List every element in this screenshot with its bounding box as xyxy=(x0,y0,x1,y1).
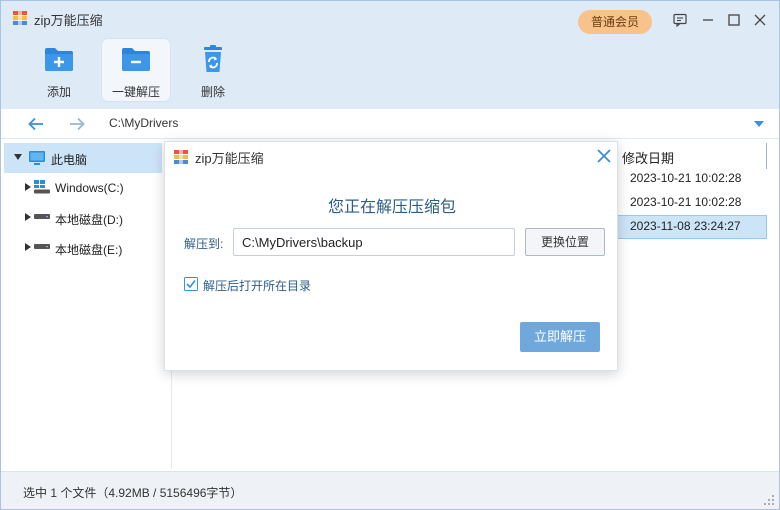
tree-item-label: 此电脑 xyxy=(51,153,88,167)
windows-drive-icon xyxy=(34,180,50,194)
folder-tree: 此电脑 Windows(C:) 本地磁盘(D:) 本地磁盘(E:) xyxy=(4,141,172,469)
maximize-icon[interactable] xyxy=(726,12,742,28)
current-path[interactable]: C:\MyDrivers xyxy=(109,116,178,130)
tree-item-label: 本地磁盘(E:) xyxy=(55,243,123,257)
add-button-label: 添加 xyxy=(46,85,71,99)
one-click-extract-label: 一键解压 xyxy=(111,85,160,99)
tree-item-label: 本地磁盘(D:) xyxy=(55,213,123,227)
vip-badge-button[interactable]: 普通会员 xyxy=(578,10,652,34)
extract-path-input[interactable] xyxy=(233,228,515,256)
tree-item-windows-c[interactable]: Windows(C:) xyxy=(4,173,172,203)
file-modified-date: 2023-10-21 10:02:28 xyxy=(630,171,742,185)
address-bar: C:\MyDrivers xyxy=(1,109,779,139)
folder-plus-icon xyxy=(45,48,73,71)
forward-arrow-icon[interactable] xyxy=(68,115,86,133)
back-arrow-icon[interactable] xyxy=(27,115,45,133)
open-after-label[interactable]: 解压后打开所在目录 xyxy=(203,277,311,294)
column-header-label: 修改日期 xyxy=(622,151,675,166)
extract-now-button[interactable]: 立即解压 xyxy=(520,322,600,352)
collapsed-arrow-icon[interactable] xyxy=(24,213,32,221)
recycle-bin-icon xyxy=(204,45,222,72)
feedback-icon[interactable] xyxy=(672,12,688,28)
dialog-title: zip万能压缩 xyxy=(195,151,264,166)
extract-to-label: 解压到: xyxy=(184,237,224,251)
column-header-modified-date[interactable]: 修改日期 xyxy=(617,143,767,169)
status-text: 选中 1 个文件（4.92MB / 5156496字节） xyxy=(23,486,243,500)
drive-icon xyxy=(34,244,50,249)
tree-item-label: Windows(C:) xyxy=(55,181,124,195)
file-modified-date: 2023-11-08 23:24:27 xyxy=(630,219,741,233)
dialog-close-icon[interactable] xyxy=(595,147,613,165)
app-logo-icon xyxy=(13,11,27,25)
extract-dialog: zip万能压缩 您正在解压压缩包 解压到: 更换位置 解压后打开所在目录 立即解… xyxy=(164,141,618,371)
path-dropdown-icon[interactable] xyxy=(753,119,765,129)
open-after-checkbox[interactable] xyxy=(184,277,198,291)
header-area: zip万能压缩 普通会员 添加 一键解压 删除 xyxy=(1,1,779,109)
status-bar: 选中 1 个文件（4.92MB / 5156496字节） xyxy=(1,471,779,509)
title-bar: zip万能压缩 普通会员 xyxy=(1,1,779,35)
file-modified-date: 2023-10-21 10:02:28 xyxy=(630,195,742,209)
folder-extract-icon xyxy=(122,48,150,71)
collapsed-arrow-icon[interactable] xyxy=(24,243,32,251)
app-title: zip万能压缩 xyxy=(34,13,103,28)
tree-item-this-pc[interactable]: 此电脑 xyxy=(4,143,162,173)
change-location-button[interactable]: 更换位置 xyxy=(525,228,605,256)
computer-icon xyxy=(29,151,45,165)
resize-grip-icon[interactable] xyxy=(763,494,775,506)
file-row[interactable]: 2023-10-21 10:02:28 xyxy=(617,167,767,191)
collapsed-arrow-icon[interactable] xyxy=(24,183,32,191)
drive-icon xyxy=(34,214,50,219)
dialog-heading: 您正在解压压缩包 xyxy=(327,199,456,216)
tree-item-local-disk-e[interactable]: 本地磁盘(E:) xyxy=(4,233,172,263)
add-button[interactable]: 添加 xyxy=(25,39,93,101)
close-window-icon[interactable] xyxy=(752,12,768,28)
tree-item-local-disk-d[interactable]: 本地磁盘(D:) xyxy=(4,203,172,233)
file-row-selected[interactable]: 2023-11-08 23:24:27 xyxy=(617,215,767,239)
app-window: zip万能压缩 普通会员 添加 一键解压 删除 C:\MyDrivers 此电脑… xyxy=(0,0,780,510)
file-row[interactable]: 2023-10-21 10:02:28 xyxy=(617,191,767,215)
minimize-icon[interactable] xyxy=(700,12,716,28)
delete-button[interactable]: 删除 xyxy=(179,39,247,101)
one-click-extract-button[interactable]: 一键解压 xyxy=(102,39,170,101)
app-logo-icon xyxy=(174,150,188,164)
delete-button-label: 删除 xyxy=(200,85,225,99)
expanded-arrow-icon[interactable] xyxy=(14,153,22,161)
